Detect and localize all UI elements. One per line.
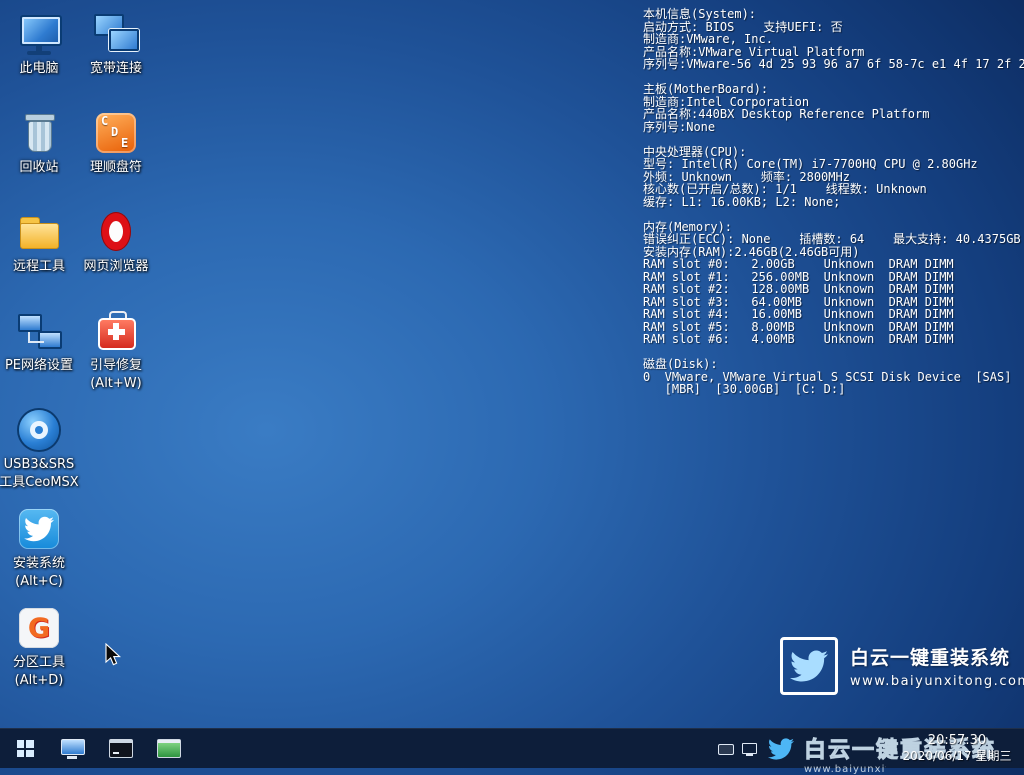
desktop-icon-label: 引导修复(Alt+W) xyxy=(90,357,142,393)
sysinfo-line: RAM slot #0: 2.00GB Unknown DRAM DIMM xyxy=(643,258,1024,271)
input-indicator-icon[interactable] xyxy=(718,744,734,755)
sysinfo-line: 错误纠正(ECC): None 插槽数: 64 最大支持: 40.4375GB xyxy=(643,233,1024,246)
sysinfo-line: 主板(MotherBoard): xyxy=(643,83,1024,96)
start-button[interactable] xyxy=(2,729,48,768)
network-icon[interactable] xyxy=(742,743,757,754)
broadband-connection-icon xyxy=(92,10,140,58)
usb3-srs-tool-icon xyxy=(15,406,63,454)
desktop-icon-column-2: 宽带连接 CDE 理顺盘符网页浏览器引导修复(Alt+W) xyxy=(78,6,154,402)
sort-drive-letters-icon: CDE xyxy=(92,109,140,157)
desktop-icon-broadband-connection[interactable]: 宽带连接 xyxy=(78,6,154,105)
sysinfo-line: 制造商:VMware, Inc. xyxy=(643,33,1024,46)
desktop-icon-label: 理顺盘符 xyxy=(90,159,142,177)
desktop-icon-recycle-bin[interactable]: 回收站 xyxy=(1,105,77,204)
desktop-icon-column-1: 此电脑回收站远程工具 PE网络设置 USB3&SRS工具CeoMSX 安装系统(Alt… xyxy=(1,6,77,699)
clock-time: 20:57:30 xyxy=(898,733,1016,748)
desktop-icon-label: USB3&SRS工具CeoMSX xyxy=(0,456,79,492)
boot-repair-icon xyxy=(92,307,140,355)
desktop-icon-install-system[interactable]: 安装系统(Alt+C) xyxy=(1,501,77,600)
desktop-icon-label: 安装系统(Alt+C) xyxy=(13,555,65,591)
brand-title: 白云一键重装系统 xyxy=(850,643,1024,670)
terminal-icon xyxy=(109,739,133,758)
desktop-icon-boot-repair[interactable]: 引导修复(Alt+W) xyxy=(78,303,154,402)
system-tray: 白云一键重装系统 www.baiyunxitong.com 20:57:30 2… xyxy=(712,729,1024,769)
taskbar-app-computer[interactable] xyxy=(50,729,96,768)
taskbar-app-cmd[interactable] xyxy=(98,729,144,768)
windows-logo-icon xyxy=(17,740,34,757)
sysinfo-line xyxy=(643,208,1024,221)
desktop-icon-label: 此电脑 xyxy=(19,60,58,78)
sysinfo-line: 产品名称:440BX Desktop Reference Platform xyxy=(643,108,1024,121)
desktop-icon-label: 网页浏览器 xyxy=(83,258,148,276)
sysinfo-line: 本机信息(System): xyxy=(643,8,1024,21)
sysinfo-line: 磁盘(Disk): xyxy=(643,358,1024,371)
desktop-icon-label: 宽带连接 xyxy=(90,60,142,78)
sysinfo-line: RAM slot #6: 4.00MB Unknown DRAM DIMM xyxy=(643,333,1024,346)
tray-brand-bird-icon xyxy=(766,735,796,763)
desktop-icon-label: 分区工具(Alt+D) xyxy=(13,654,65,690)
desktop-icon-partition-tool[interactable]: G分区工具(Alt+D) xyxy=(1,600,77,699)
taskbar: 白云一键重装系统 www.baiyunxitong.com 20:57:30 2… xyxy=(0,728,1024,768)
desktop-icon-label: 远程工具 xyxy=(13,258,65,276)
desktop-icon-remote-tools[interactable]: 远程工具 xyxy=(1,204,77,303)
desktop-icon-pe-network-settings[interactable]: PE网络设置 xyxy=(1,303,77,402)
sysinfo-line: 序列号:None xyxy=(643,121,1024,134)
sysinfo-line: [MBR] [30.00GB] [C: D:] xyxy=(643,383,1024,396)
desktop-icon-label: PE网络设置 xyxy=(5,357,73,375)
sysinfo-line: 序列号:VMware-56 4d 25 93 96 a7 6f 58-7c e1… xyxy=(643,58,1024,71)
desktop-icon-usb3-srs-tool[interactable]: USB3&SRS工具CeoMSX xyxy=(1,402,77,501)
brand-bird-icon xyxy=(780,637,838,695)
sysinfo-line: 核心数(已开启/总数): 1/1 线程数: Unknown xyxy=(643,183,1024,196)
sysinfo-line: 缓存: L1: 16.00KB; L2: None; xyxy=(643,196,1024,209)
sysinfo-line: 型号: Intel(R) Core(TM) i7-7700HQ CPU @ 2.… xyxy=(643,158,1024,171)
pe-network-settings-icon xyxy=(15,307,63,355)
sysinfo-line xyxy=(643,133,1024,146)
desktop-icon-sort-drive-letters[interactable]: CDE 理顺盘符 xyxy=(78,105,154,204)
desktop-icon-label: 回收站 xyxy=(19,159,58,177)
brand-text-block: 白云一键重装系统 www.baiyunxitong.com xyxy=(850,643,1024,689)
partition-tool-icon: G xyxy=(15,604,63,652)
install-system-icon xyxy=(15,505,63,553)
tray-brand-url: www.baiyunxitong.com xyxy=(804,764,886,775)
sysinfo-line: RAM slot #4: 16.00MB Unknown DRAM DIMM xyxy=(643,308,1024,321)
sysinfo-line: RAM slot #2: 128.00MB Unknown DRAM DIMM xyxy=(643,283,1024,296)
computer-icon xyxy=(61,739,85,759)
brand-url: www.baiyunxitong.com xyxy=(850,674,1024,689)
web-browser-icon xyxy=(92,208,140,256)
pe-tools-window-icon xyxy=(157,739,181,758)
brand-watermark: 白云一键重装系统 www.baiyunxitong.com xyxy=(780,637,1024,695)
clock-date: 2020/06/17 星期三 xyxy=(898,749,1016,763)
desktop-icon-this-pc[interactable]: 此电脑 xyxy=(1,6,77,105)
mouse-cursor xyxy=(104,643,126,669)
system-info-panel: 本机信息(System):启动方式: BIOS 支持UEFI: 否制造商:VMw… xyxy=(643,8,1024,396)
recycle-bin-icon xyxy=(15,109,63,157)
desktop-icon-web-browser[interactable]: 网页浏览器 xyxy=(78,204,154,303)
this-pc-icon xyxy=(15,10,63,58)
taskbar-app-petools[interactable] xyxy=(146,729,192,768)
remote-tools-icon xyxy=(15,208,63,256)
clock[interactable]: 20:57:30 2020/06/17 星期三 xyxy=(898,733,1016,763)
